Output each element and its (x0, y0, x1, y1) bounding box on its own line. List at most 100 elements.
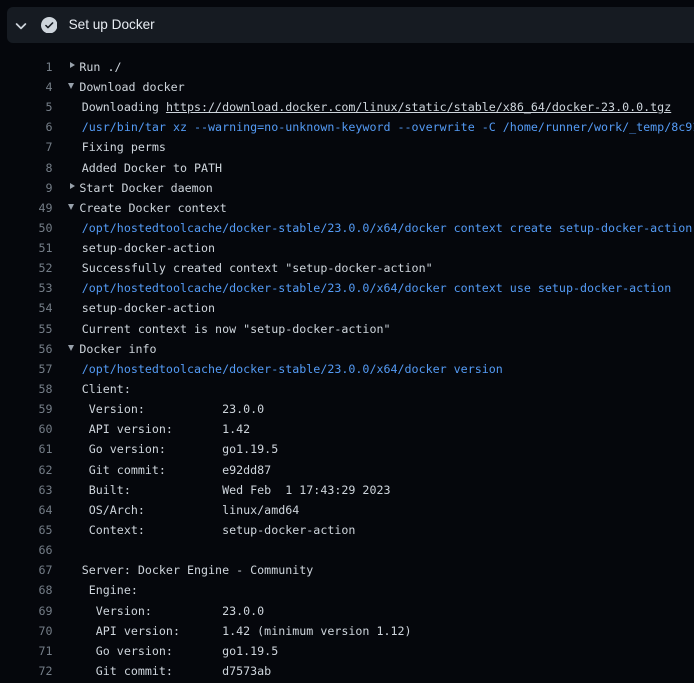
line-number[interactable]: 65 (0, 520, 53, 540)
triangle-expanded-icon[interactable] (68, 90, 80, 91)
line-number[interactable]: 55 (0, 319, 53, 339)
check-circle-icon (41, 17, 58, 34)
log-text: Git commit: e92dd87 (68, 460, 272, 480)
log-command-text: /opt/hostedtoolcache/docker-stable/23.0.… (68, 218, 693, 238)
log-area: 1 Run ./ 4 Download docker 5 Downloading htt… (0, 57, 694, 681)
log-line-60: 60 API version: 1.42 (0, 419, 694, 439)
log-line-69: 69 Version: 23.0.0 (0, 601, 694, 621)
log-text: API version: 1.42 (minimum version 1.12) (68, 621, 412, 641)
log-text: Downloading https://download.docker.com/… (68, 97, 672, 117)
line-number[interactable]: 6 (0, 117, 53, 137)
line-number[interactable]: 64 (0, 500, 53, 520)
line-number[interactable]: 7 (0, 137, 53, 157)
log-text: Git commit: d7573ab (68, 661, 272, 681)
line-number[interactable]: 57 (0, 359, 53, 379)
log-group-header[interactable]: Docker info (68, 339, 157, 359)
triangle-expanded-icon[interactable] (68, 211, 80, 212)
log-line-52: 52 Successfully created context "setup-d… (0, 258, 694, 278)
log-line-5: 5 Downloading https://download.docker.co… (0, 97, 694, 117)
log-line-4: 4 Download docker (0, 77, 694, 97)
triangle-collapsed-icon[interactable] (68, 70, 80, 71)
line-number[interactable]: 69 (0, 601, 53, 621)
line-number[interactable]: 1 (0, 57, 53, 77)
line-number[interactable]: 50 (0, 218, 53, 238)
log-command-text: /opt/hostedtoolcache/docker-stable/23.0.… (68, 278, 672, 298)
log-line-70: 70 API version: 1.42 (minimum version 1.… (0, 621, 694, 641)
log-line-72: 72 Git commit: d7573ab (0, 661, 694, 681)
log-group-title: Run ./ (79, 60, 121, 74)
chevron-down-icon[interactable] (13, 18, 29, 34)
log-line-58: 58 Client: (0, 379, 694, 399)
log-group-title: Download docker (79, 80, 184, 94)
log-line-7: 7 Fixing perms (0, 137, 694, 157)
log-text: Fixing perms (68, 137, 166, 157)
line-number[interactable]: 54 (0, 298, 53, 318)
log-text: Successfully created context "setup-dock… (68, 258, 433, 278)
line-number[interactable]: 59 (0, 399, 53, 419)
line-number[interactable]: 4 (0, 77, 53, 97)
line-number[interactable]: 8 (0, 158, 53, 178)
log-text: Go version: go1.19.5 (68, 439, 279, 459)
log-group-title: Docker info (79, 342, 156, 356)
line-number[interactable]: 51 (0, 238, 53, 258)
log-group-header[interactable]: Create Docker context (68, 198, 227, 218)
log-line-9: 9 Start Docker daemon (0, 178, 694, 198)
log-group-title: Start Docker daemon (79, 181, 212, 195)
log-text: OS/Arch: linux/amd64 (68, 500, 300, 520)
line-number[interactable]: 49 (0, 198, 53, 218)
line-number[interactable]: 52 (0, 258, 53, 278)
download-url-link[interactable]: https://download.docker.com/linux/static… (166, 100, 671, 114)
log-line-59: 59 Version: 23.0.0 (0, 399, 694, 419)
log-text: Built: Wed Feb 1 17:43:29 2023 (68, 480, 391, 500)
log-line-63: 63 Built: Wed Feb 1 17:43:29 2023 (0, 480, 694, 500)
log-line-65: 65 Context: setup-docker-action (0, 520, 694, 540)
line-number[interactable]: 61 (0, 439, 53, 459)
log-line-49: 49 Create Docker context (0, 198, 694, 218)
line-number[interactable]: 62 (0, 460, 53, 480)
log-line-51: 51 setup-docker-action (0, 238, 694, 258)
line-number[interactable]: 66 (0, 540, 53, 560)
line-number[interactable]: 56 (0, 339, 53, 359)
triangle-collapsed-icon[interactable] (68, 191, 80, 192)
log-command-text: /opt/hostedtoolcache/docker-stable/23.0.… (68, 359, 503, 379)
log-line-64: 64 OS/Arch: linux/amd64 (0, 500, 694, 520)
log-text: API version: 1.42 (68, 419, 250, 439)
line-number[interactable]: 67 (0, 560, 53, 580)
log-group-header[interactable]: Start Docker daemon (68, 178, 213, 198)
log-text: setup-docker-action (68, 298, 215, 318)
log-command-text: /usr/bin/tar xz --warning=no-unknown-key… (68, 117, 694, 137)
log-text: Version: 23.0.0 (68, 601, 265, 621)
log-line-62: 62 Git commit: e92dd87 (0, 460, 694, 480)
line-number[interactable]: 71 (0, 641, 53, 661)
line-number[interactable]: 72 (0, 661, 53, 681)
log-text: Client: (68, 379, 131, 399)
log-group-header[interactable]: Run ./ (68, 57, 122, 77)
log-group-title: Create Docker context (79, 201, 226, 215)
log-text: Engine: (68, 580, 138, 600)
step-title: Set up Docker (69, 17, 155, 32)
log-group-header[interactable]: Download docker (68, 77, 185, 97)
log-line-8: 8 Added Docker to PATH (0, 158, 694, 178)
log-line-56: 56 Docker info (0, 339, 694, 359)
triangle-expanded-icon[interactable] (68, 352, 80, 353)
log-text: setup-docker-action (68, 238, 215, 258)
log-line-61: 61 Go version: go1.19.5 (0, 439, 694, 459)
line-number[interactable]: 63 (0, 480, 53, 500)
log-text: Version: 23.0.0 (68, 399, 265, 419)
log-line-53: 53 /opt/hostedtoolcache/docker-stable/23… (0, 278, 694, 298)
log-line-67: 67 Server: Docker Engine - Community (0, 560, 694, 580)
step-header[interactable]: Set up Docker (7, 7, 694, 43)
line-number[interactable]: 9 (0, 178, 53, 198)
log-text-prefix: Downloading (68, 100, 166, 114)
log-line-57: 57 /opt/hostedtoolcache/docker-stable/23… (0, 359, 694, 379)
log-line-6: 6 /usr/bin/tar xz --warning=no-unknown-k… (0, 117, 694, 137)
line-number[interactable]: 5 (0, 97, 53, 117)
line-number[interactable]: 58 (0, 379, 53, 399)
log-line-55: 55 Current context is now "setup-docker-… (0, 319, 694, 339)
log-text: Added Docker to PATH (68, 158, 222, 178)
log-line-1: 1 Run ./ (0, 57, 694, 77)
line-number[interactable]: 70 (0, 621, 53, 641)
line-number[interactable]: 60 (0, 419, 53, 439)
line-number[interactable]: 68 (0, 580, 53, 600)
line-number[interactable]: 53 (0, 278, 53, 298)
